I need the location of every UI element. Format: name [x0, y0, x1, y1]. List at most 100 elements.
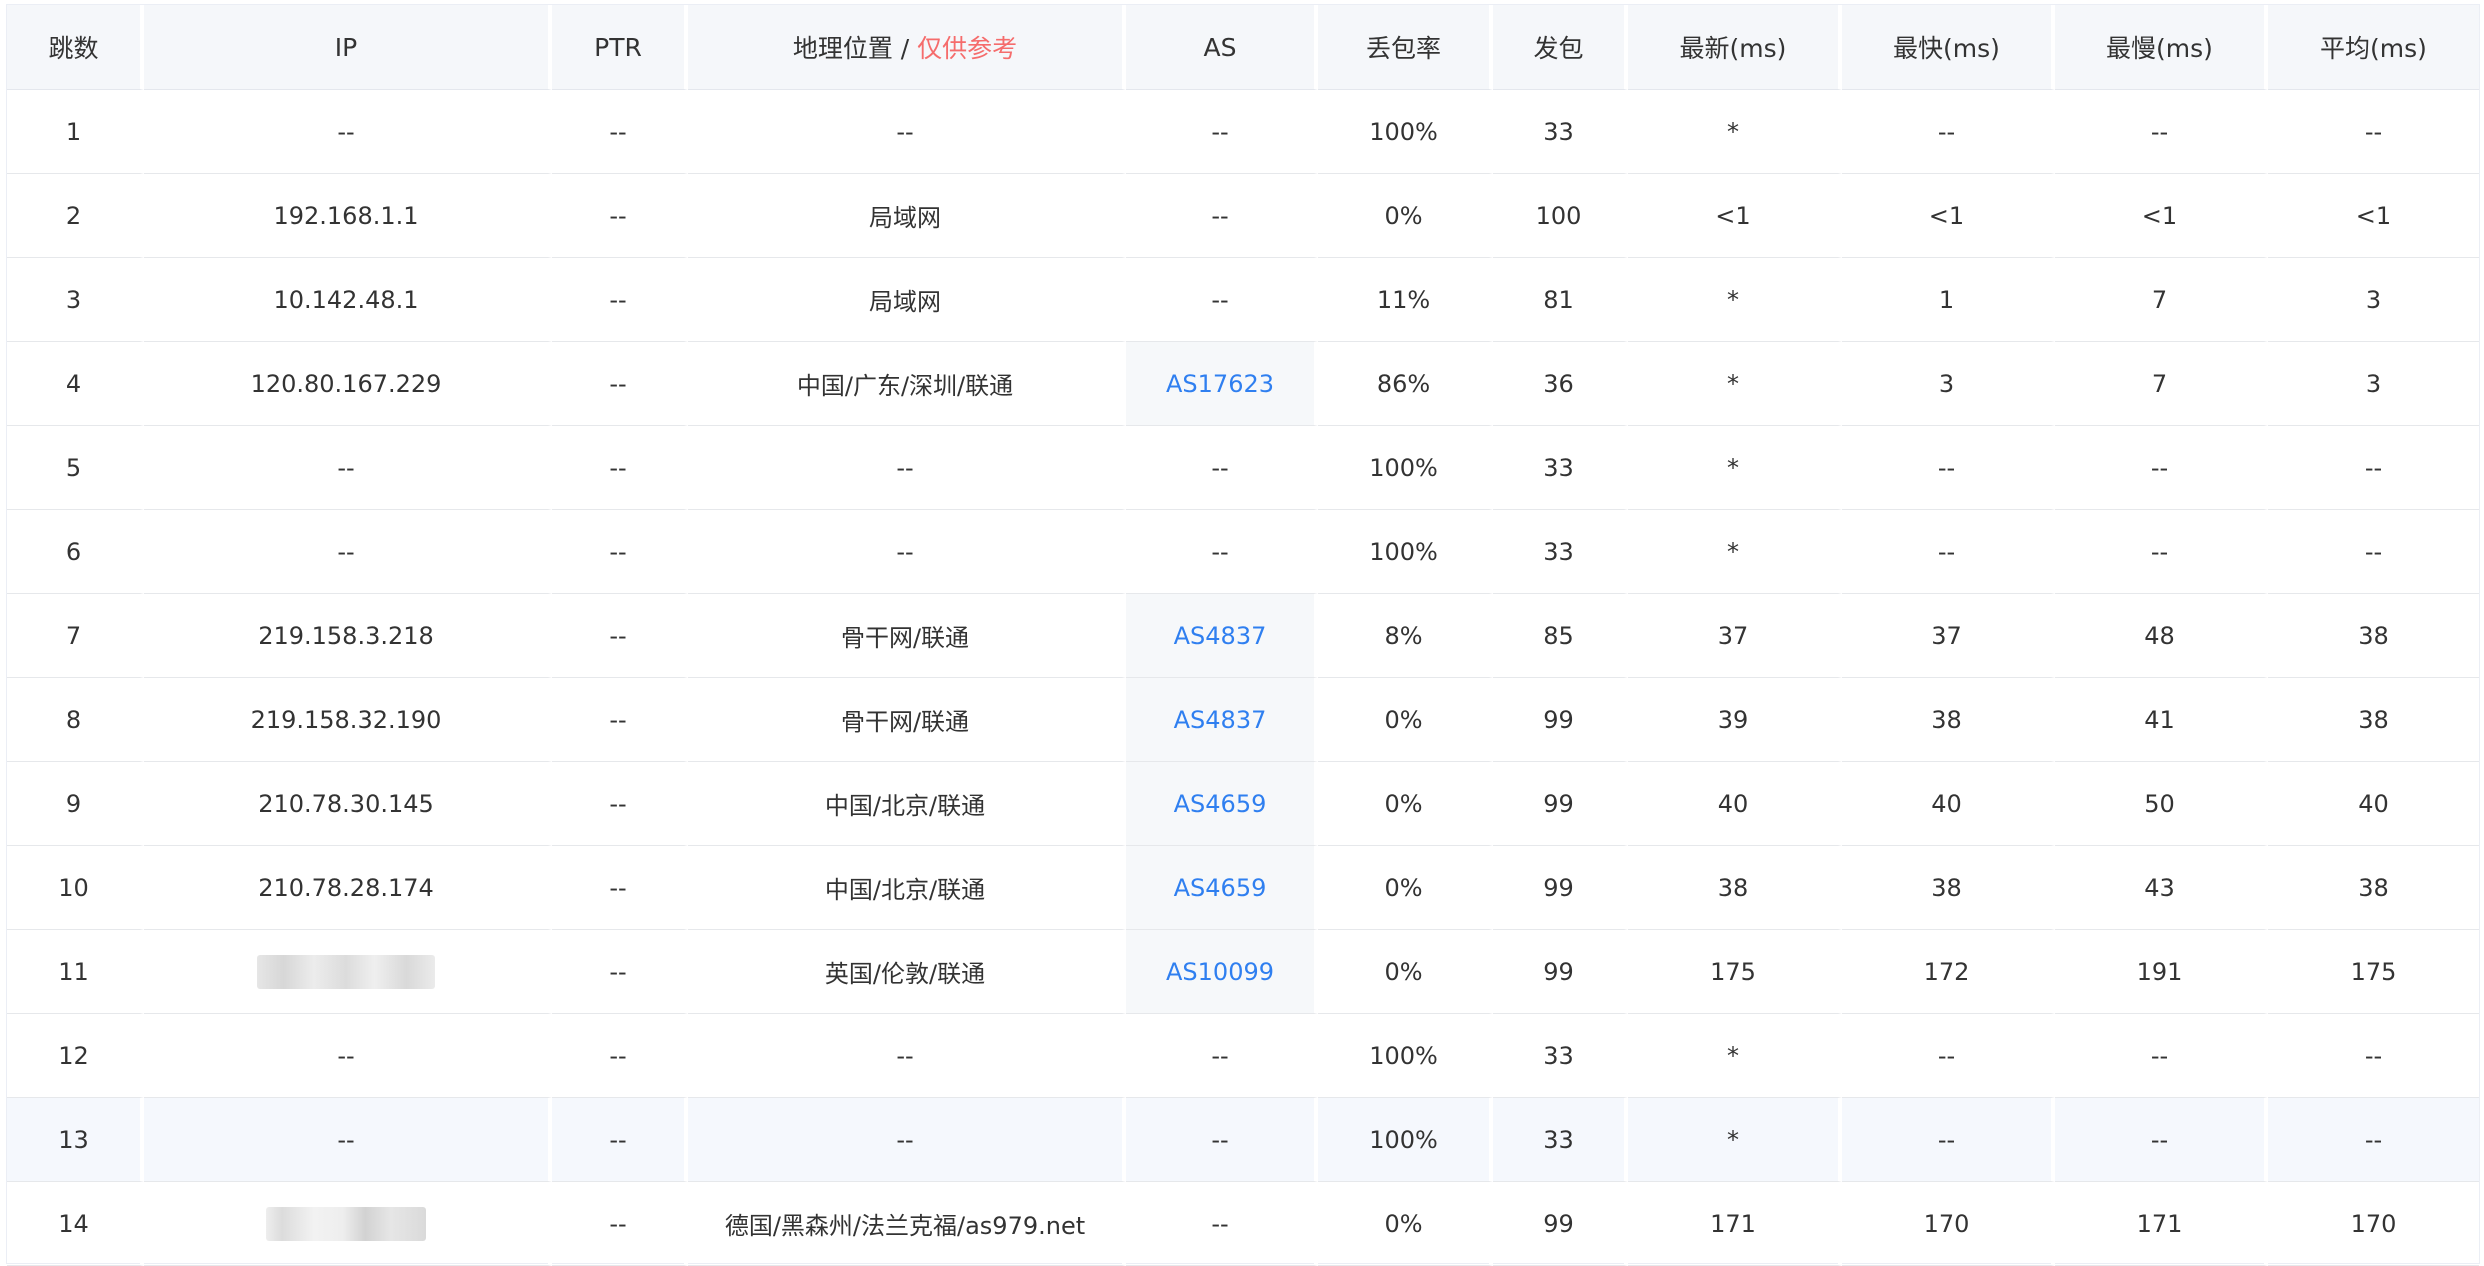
header-row: 跳数 IP PTR 地理位置 / 仅供参考 AS 丢包率 发包 最新(ms) 最…	[7, 5, 2479, 90]
traceroute-table: 跳数 IP PTR 地理位置 / 仅供参考 AS 丢包率 发包 最新(ms) 最…	[7, 5, 2479, 1266]
cell-hop: 4	[7, 342, 144, 426]
cell-sent: 33	[1493, 1014, 1628, 1098]
cell-hop: 11	[7, 930, 144, 1014]
cell-loss: 100%	[1318, 1098, 1493, 1182]
cell-worst: 41	[2055, 678, 2268, 762]
cell-ip: 219.158.32.190	[144, 678, 552, 762]
cell-best: --	[1842, 426, 2055, 510]
cell-best: 38	[1842, 846, 2055, 930]
cell-sent: 100	[1493, 174, 1628, 258]
cell-geo: --	[688, 1014, 1126, 1098]
cell-as: --	[1126, 1182, 1318, 1266]
cell-hop: 9	[7, 762, 144, 846]
cell-last: 37	[1628, 594, 1842, 678]
cell-best: --	[1842, 510, 2055, 594]
cell-best: 3	[1842, 342, 2055, 426]
cell-ip	[144, 930, 552, 1014]
cell-hop: 14	[7, 1182, 144, 1266]
cell-geo: --	[688, 90, 1126, 174]
cell-last: 38	[1628, 846, 1842, 930]
as-link[interactable]: AS4659	[1174, 790, 1267, 818]
cell-worst: 50	[2055, 762, 2268, 846]
cell-hop: 3	[7, 258, 144, 342]
header-ip: IP	[144, 5, 552, 90]
as-link[interactable]: AS4837	[1174, 706, 1267, 734]
cell-sent: 33	[1493, 90, 1628, 174]
cell-sent: 33	[1493, 510, 1628, 594]
cell-ip	[144, 1182, 552, 1266]
header-geo-reference-note: 仅供参考	[917, 34, 1018, 63]
cell-avg: --	[2268, 90, 2479, 174]
table-row: 9 210.78.30.145 -- 中国/北京/联通 AS4659 0% 99 40 40 50…	[7, 762, 2479, 846]
table-row: 5 -- -- -- -- 100% 33 * -- -- --	[7, 426, 2479, 510]
cell-last: 39	[1628, 678, 1842, 762]
table-row: 8 219.158.32.190 -- 骨干网/联通 AS4837 0% 99 39 38 41 3…	[7, 678, 2479, 762]
cell-hop: 5	[7, 426, 144, 510]
redacted-ip-icon	[266, 1206, 426, 1241]
cell-ptr: --	[552, 342, 688, 426]
cell-loss: 8%	[1318, 594, 1493, 678]
cell-best: 170	[1842, 1182, 2055, 1266]
cell-worst: --	[2055, 1014, 2268, 1098]
cell-loss: 0%	[1318, 846, 1493, 930]
cell-ip: 219.158.3.218	[144, 594, 552, 678]
cell-avg: 170	[2268, 1182, 2479, 1266]
cell-sent: 99	[1493, 678, 1628, 762]
cell-sent: 36	[1493, 342, 1628, 426]
cell-as: --	[1126, 510, 1318, 594]
cell-geo: 骨干网/联通	[688, 678, 1126, 762]
cell-worst: 7	[2055, 342, 2268, 426]
cell-avg: 38	[2268, 594, 2479, 678]
cell-last: 175	[1628, 930, 1842, 1014]
cell-ptr: --	[552, 1098, 688, 1182]
cell-as: --	[1126, 1098, 1318, 1182]
header-last: 最新(ms)	[1628, 5, 1842, 90]
cell-last: *	[1628, 1014, 1842, 1098]
cell-worst: --	[2055, 90, 2268, 174]
cell-last: *	[1628, 90, 1842, 174]
cell-avg: 38	[2268, 846, 2479, 930]
table-row: 10 210.78.28.174 -- 中国/北京/联通 AS4659 0% 99 38 38 4…	[7, 846, 2479, 930]
cell-worst: 48	[2055, 594, 2268, 678]
cell-geo: 德国/黑森州/法兰克福/as979.net	[688, 1182, 1126, 1266]
cell-sent: 99	[1493, 846, 1628, 930]
cell-as: AS4659	[1126, 846, 1318, 930]
as-link[interactable]: AS17623	[1166, 370, 1274, 398]
cell-best: --	[1842, 1098, 2055, 1182]
cell-hop: 8	[7, 678, 144, 762]
as-link[interactable]: AS4659	[1174, 874, 1267, 902]
cell-avg: --	[2268, 426, 2479, 510]
table-row: 7 219.158.3.218 -- 骨干网/联通 AS4837 8% 85 37 37 48 38	[7, 594, 2479, 678]
cell-ip: 192.168.1.1	[144, 174, 552, 258]
cell-geo: --	[688, 426, 1126, 510]
table-row: 12 -- -- -- -- 100% 33 * -- -- --	[7, 1014, 2479, 1098]
header-loss: 丢包率	[1318, 5, 1493, 90]
cell-hop: 7	[7, 594, 144, 678]
cell-ip: 10.142.48.1	[144, 258, 552, 342]
header-avg: 平均(ms)	[2268, 5, 2479, 90]
cell-sent: 33	[1493, 426, 1628, 510]
cell-geo: 局域网	[688, 174, 1126, 258]
cell-ptr: --	[552, 258, 688, 342]
cell-avg: --	[2268, 1098, 2479, 1182]
cell-last: 40	[1628, 762, 1842, 846]
cell-ip: 210.78.30.145	[144, 762, 552, 846]
cell-last: *	[1628, 426, 1842, 510]
table-row: 6 -- -- -- -- 100% 33 * -- -- --	[7, 510, 2479, 594]
cell-best: 37	[1842, 594, 2055, 678]
cell-ptr: --	[552, 762, 688, 846]
cell-ptr: --	[552, 846, 688, 930]
cell-worst: 171	[2055, 1182, 2268, 1266]
table-row: 4 120.80.167.229 -- 中国/广东/深圳/联通 AS17623 86% 36…	[7, 342, 2479, 426]
cell-avg: 40	[2268, 762, 2479, 846]
cell-geo: 中国/北京/联通	[688, 762, 1126, 846]
cell-ptr: --	[552, 594, 688, 678]
cell-as: AS4659	[1126, 762, 1318, 846]
header-geo-separator: /	[892, 34, 918, 63]
as-link[interactable]: AS10099	[1166, 958, 1274, 986]
cell-last: *	[1628, 1098, 1842, 1182]
as-link[interactable]: AS4837	[1174, 622, 1267, 650]
cell-best: --	[1842, 90, 2055, 174]
cell-geo: 局域网	[688, 258, 1126, 342]
cell-sent: 81	[1493, 258, 1628, 342]
